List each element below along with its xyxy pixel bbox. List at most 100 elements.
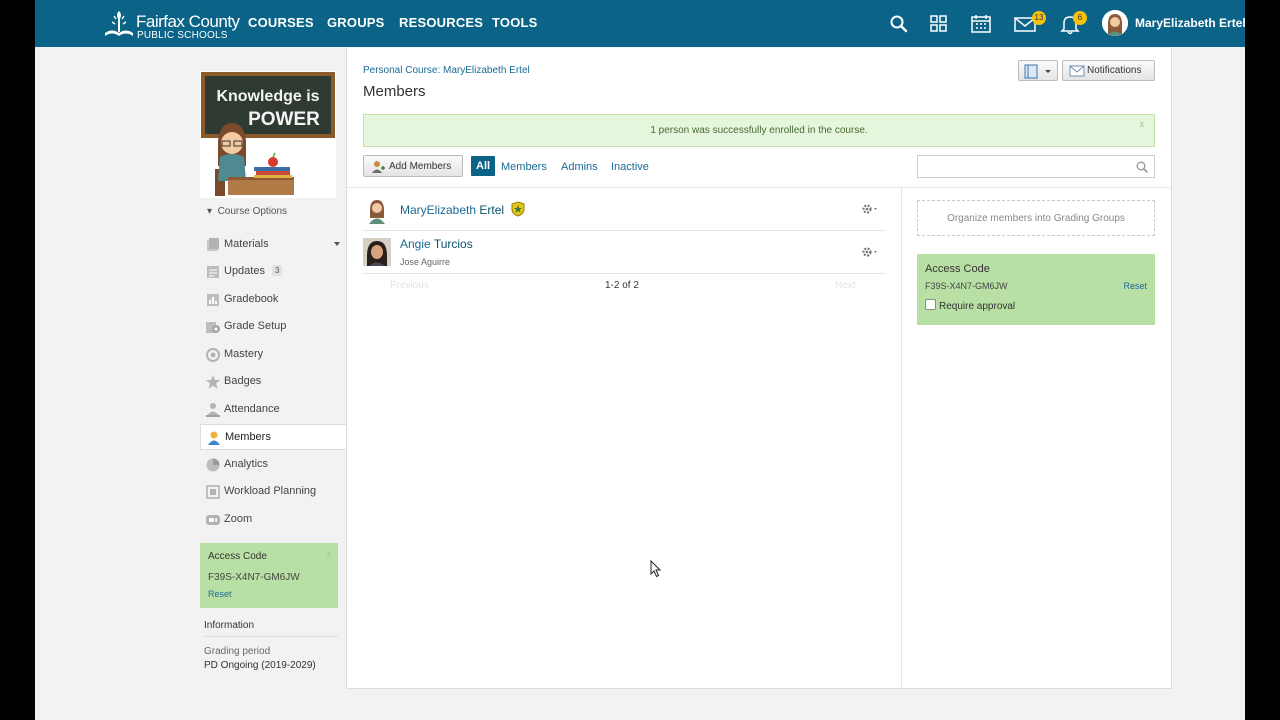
members-icon — [208, 431, 220, 445]
add-members-button[interactable]: Add Members — [363, 155, 463, 177]
view-toggle-button[interactable] — [1018, 60, 1058, 81]
member-options-gear-icon[interactable] — [861, 202, 881, 216]
sidebar-item-materials[interactable]: Materials — [200, 232, 347, 258]
course-picture: Knowledge is POWER — [200, 71, 336, 198]
logo-title: Fairfax County — [136, 12, 240, 31]
avatar[interactable] — [363, 196, 391, 224]
board-line-2: POWER — [248, 109, 320, 130]
mastery-icon — [206, 348, 220, 362]
pager-previous[interactable]: Previous — [390, 280, 429, 291]
sidebar-item-zoom[interactable]: Zoom — [200, 507, 347, 533]
grading-period-label: Grading period — [204, 646, 271, 657]
chevron-down-icon[interactable] — [334, 242, 340, 246]
notifications-button[interactable]: 6 — [1057, 11, 1087, 37]
fcps-logo[interactable]: Fairfax County PUBLIC SCHOOLS — [103, 9, 240, 41]
member-last-name: Turcios — [433, 237, 473, 251]
workload-icon — [206, 485, 220, 499]
nav-tools[interactable]: TOOLS — [492, 15, 538, 30]
sidebar-item-analytics[interactable]: Analytics — [200, 452, 347, 478]
filter-all[interactable]: All — [471, 156, 496, 176]
zoom-icon — [206, 515, 220, 525]
member-search-input[interactable] — [922, 159, 1132, 175]
main-content: Personal Course: MaryElizabeth Ertel Mem… — [346, 48, 1172, 689]
member-name[interactable]: MaryElizabeth Ertel — [400, 203, 504, 217]
page-title: Members — [363, 83, 426, 100]
member-name[interactable]: Angie Turcios — [400, 237, 473, 251]
alert-close-icon[interactable]: x — [1140, 119, 1145, 129]
sidebar-item-attendance[interactable]: Attendance — [200, 397, 347, 423]
course-options-label: Course Options — [217, 206, 288, 217]
sidebar-item-label: Attendance — [224, 403, 280, 415]
grading-groups-dropzone[interactable]: Organize members into Grading Groups — [917, 200, 1155, 236]
sidebar-item-grade-setup[interactable]: Grade Setup — [200, 314, 347, 340]
admin-badge-icon — [511, 201, 525, 217]
sidebar-item-label: Members — [225, 431, 271, 443]
apps-grid-icon — [930, 15, 947, 32]
access-code-panel: Access Code F39S-X4N7-GM6JW Reset Requir… — [917, 254, 1155, 325]
member-avatar-icon — [363, 238, 391, 266]
sidebar-access-code-panel: Access Code × F39S-X4N7-GM6JW Reset — [200, 543, 338, 608]
user-avatar[interactable] — [1102, 10, 1128, 36]
course-options-toggle[interactable]: ▾ Course Options — [207, 206, 287, 217]
search-icon — [890, 15, 908, 33]
member-parent-name: Jose Aguirre — [400, 257, 451, 267]
avatar[interactable] — [363, 238, 391, 266]
filter-inactive[interactable]: Inactive — [611, 161, 649, 173]
sidebar-item-label: Analytics — [224, 458, 269, 470]
sidebar-item-label: Gradebook — [224, 293, 279, 305]
user-avatar-icon — [1102, 10, 1128, 36]
filter-members[interactable]: Members — [501, 161, 547, 173]
member-first-name: Angie — [400, 237, 431, 251]
sidebar-item-mastery[interactable]: Mastery — [200, 342, 347, 368]
nav-resources[interactable]: RESOURCES — [399, 15, 483, 30]
lamp-logo-icon — [105, 11, 133, 36]
calendar-button[interactable] — [968, 11, 994, 37]
badges-icon — [206, 375, 220, 389]
sidebar-item-label: Grade Setup — [224, 320, 287, 332]
sidebar-item-members[interactable]: Members — [200, 424, 348, 450]
search-icon[interactable] — [1135, 160, 1149, 174]
member-last-name: Ertel — [479, 203, 505, 217]
member-search[interactable] — [917, 155, 1155, 178]
close-icon[interactable]: × — [326, 549, 332, 560]
grading-period-value: PD Ongoing (2019-2029) — [204, 660, 316, 671]
breadcrumb[interactable]: Personal Course: MaryElizabeth Ertel — [363, 65, 530, 76]
pager-next[interactable]: Next — [835, 280, 856, 291]
app-window: Fairfax County PUBLIC SCHOOLS COURSES GR… — [35, 0, 1245, 720]
access-code-title: Access Code — [208, 551, 267, 562]
apps-button[interactable] — [926, 11, 952, 37]
sidebar-item-badges[interactable]: Badges — [200, 369, 347, 395]
add-user-icon — [372, 161, 385, 173]
access-code-reset-link[interactable]: Reset — [208, 589, 232, 599]
grading-groups-label: Organize members into Grading Groups — [947, 213, 1125, 224]
sidebar-item-label: Materials — [224, 238, 269, 250]
messages-button[interactable]: 13 — [1012, 11, 1046, 37]
access-code-reset-link[interactable]: Reset — [1123, 281, 1147, 291]
information-divider — [204, 636, 338, 637]
user-name[interactable]: MaryElizabeth Ertel — [1135, 16, 1245, 30]
nav-groups[interactable]: GROUPS — [327, 15, 385, 30]
row-divider — [363, 230, 885, 231]
sidebar-item-gradebook[interactable]: Gradebook — [200, 287, 347, 313]
updates-count-badge: 3 — [272, 265, 283, 276]
toolbar-divider — [347, 187, 1172, 188]
grade-setup-icon — [206, 322, 220, 333]
logo-subtitle: PUBLIC SCHOOLS — [137, 30, 228, 41]
sidebar-item-label: Badges — [224, 375, 262, 387]
require-approval-checkbox[interactable] — [925, 299, 936, 310]
mouse-cursor-icon — [650, 560, 662, 578]
search-button[interactable] — [886, 11, 912, 37]
sidebar-item-label: Zoom — [224, 513, 253, 525]
top-navigation-bar: Fairfax County PUBLIC SCHOOLS COURSES GR… — [35, 0, 1245, 47]
updates-icon — [207, 266, 219, 278]
alert-message: 1 person was successfully enrolled in th… — [650, 125, 868, 136]
filter-admins[interactable]: Admins — [561, 161, 598, 173]
nav-courses[interactable]: COURSES — [248, 15, 314, 30]
information-heading: Information — [204, 620, 255, 631]
member-options-gear-icon[interactable] — [861, 245, 881, 259]
sidebar-item-updates[interactable]: Updates 3 — [200, 259, 347, 285]
messages-count-badge: 13 — [1032, 11, 1046, 25]
notifications-settings-button[interactable]: Notifications — [1062, 60, 1155, 81]
sidebar-item-workload-planning[interactable]: Workload Planning — [200, 479, 347, 505]
success-alert: 1 person was successfully enrolled in th… — [363, 114, 1155, 147]
